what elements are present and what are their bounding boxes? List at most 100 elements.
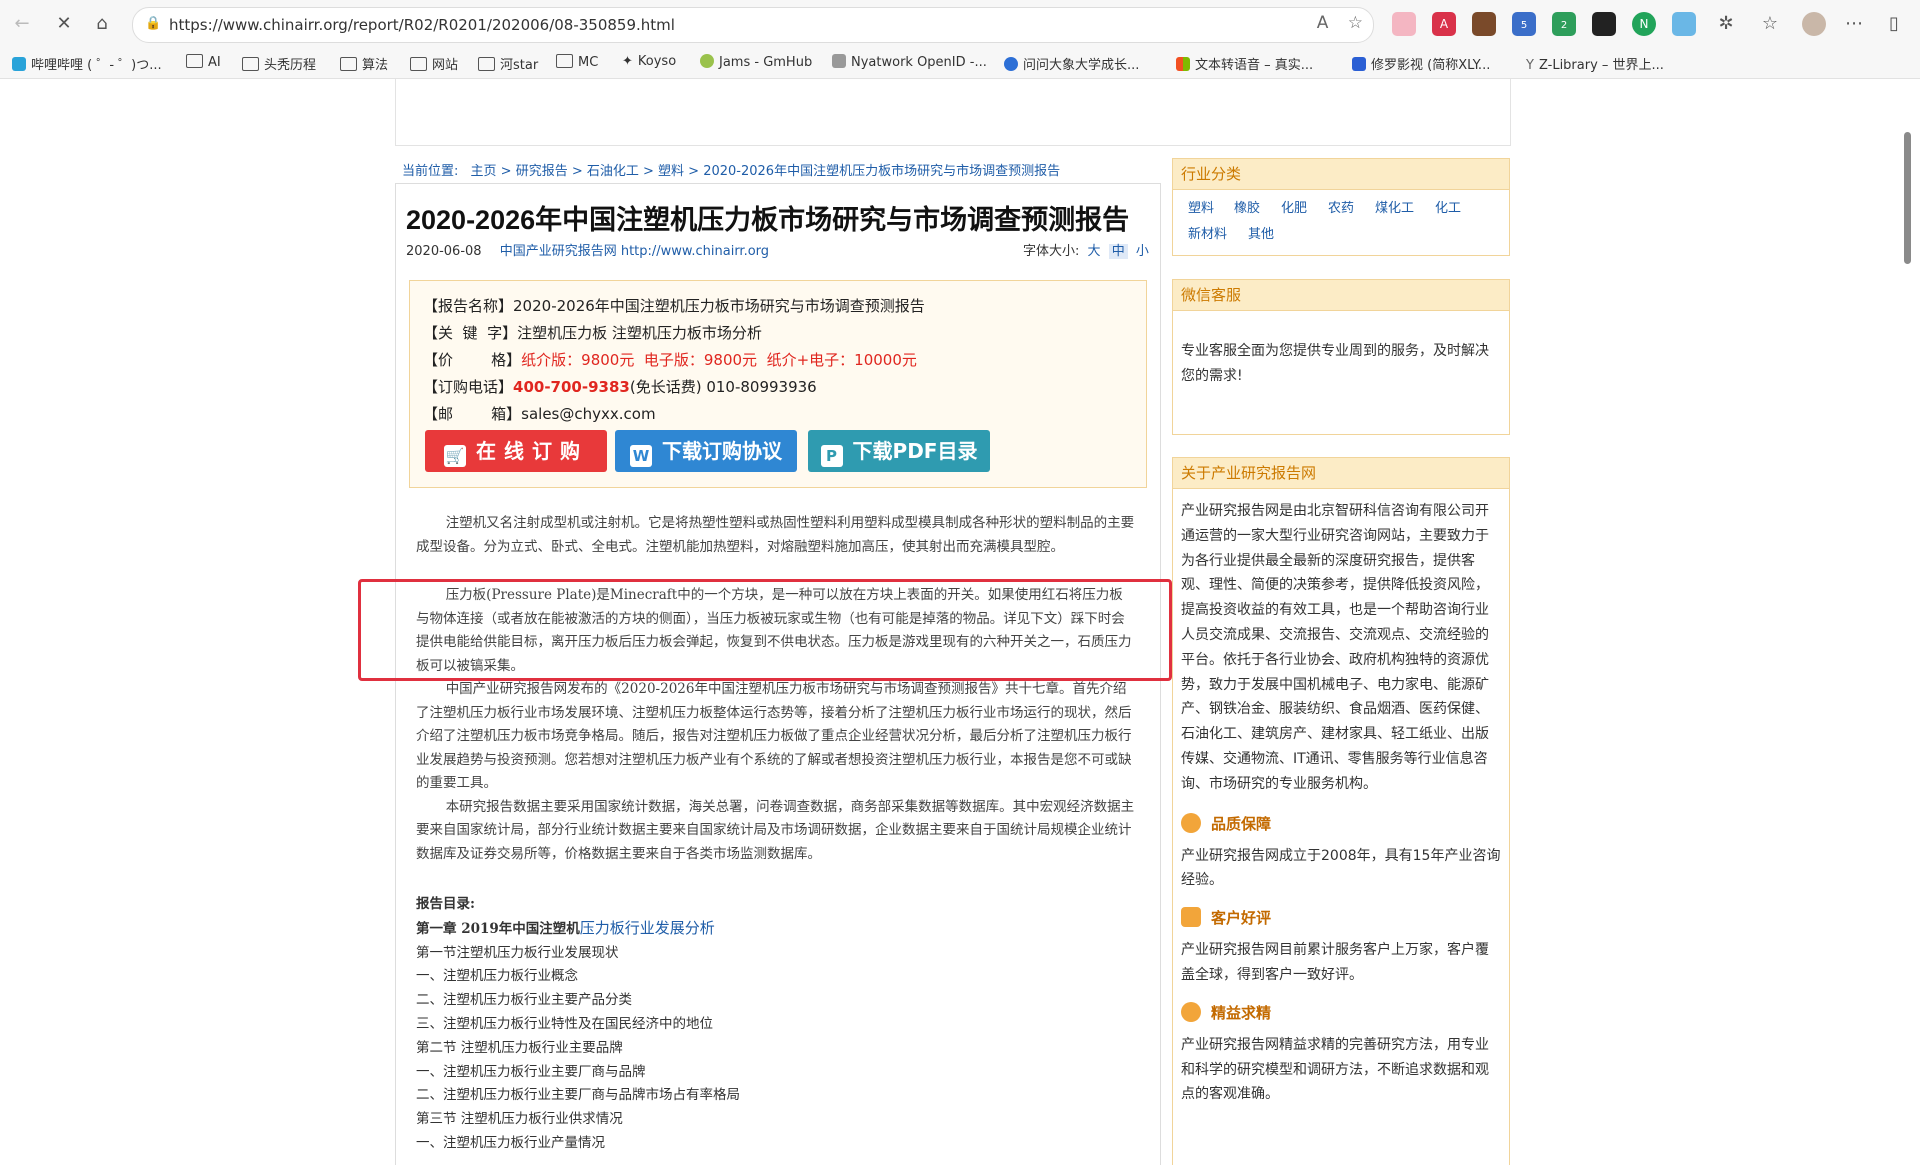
breadcrumb-home[interactable]: 主页 > (471, 164, 512, 179)
back-arrow-icon[interactable]: ← (10, 12, 34, 36)
panel-heading: 微信客服 (1173, 280, 1509, 311)
bookmark-folder-ai[interactable]: AI (186, 54, 221, 70)
font-size-medium[interactable]: 中 (1108, 244, 1128, 259)
extensions-puzzle-icon[interactable]: ✲ (1714, 12, 1738, 36)
bookmark-folder[interactable]: 头秃历程 (242, 54, 316, 73)
feature-title: 客户好评 (1211, 909, 1272, 928)
award-icon (1181, 1001, 1201, 1022)
bookmark-wenwen[interactable]: 问问大象大学成长... (1004, 54, 1139, 73)
bookmark-label: Koyso (637, 54, 677, 69)
order-online-button[interactable]: 🛒 在线订购 (425, 430, 607, 472)
address-bar[interactable]: 🔒 https://www.chinairr.org/report/R02/R0… (132, 7, 1374, 43)
extension-badge-count: 2 (1560, 20, 1568, 31)
breadcrumb-reports[interactable]: 研究报告 > (516, 164, 583, 179)
more-menu-icon[interactable]: ⋯ (1842, 12, 1866, 36)
bookmark-label: 网站 (432, 58, 459, 73)
font-size-large[interactable]: 大 (1088, 244, 1101, 259)
folder-icon (478, 57, 495, 71)
industry-link[interactable]: 新材料 (1188, 223, 1227, 242)
article-paragraph: 注塑机又名注射成型机或注射机。它是将热塑性塑料或热固性塑料利用塑料成型模具制成各… (416, 515, 1135, 555)
folder-icon (340, 57, 357, 71)
bookmark-folder[interactable]: 算法 (340, 54, 388, 73)
info-label: 【关 键 字】 (423, 324, 518, 342)
industry-link[interactable]: 煤化工 (1375, 197, 1414, 216)
folder-icon (242, 57, 259, 71)
industry-link[interactable]: 橡胶 (1234, 197, 1260, 216)
feature-reviews: 客户好评 (1181, 907, 1509, 928)
bookmark-xly[interactable]: 修罗影视 (简称XLY... (1352, 54, 1490, 73)
toc-item: 一、注塑机压力板行业主要厂商与品牌 (416, 1063, 646, 1080)
bookmark-label: 修罗影视 (简称XLY... (1371, 58, 1491, 73)
toc-chapter-link[interactable]: 压力板行业发展分析 (580, 919, 715, 937)
breadcrumb-plastics[interactable]: 塑料 > (658, 164, 699, 179)
cart-icon: 🛒 (444, 445, 466, 467)
breadcrumb-current[interactable]: 2020-2026年中国注塑机压力板市场研究与市场调查预测报告 (703, 164, 1060, 179)
bookmark-jams[interactable]: Jams - GmHub (700, 54, 812, 70)
bookmark-label: MC (578, 55, 599, 70)
industry-link[interactable]: 农药 (1328, 197, 1354, 216)
zlibrary-icon: Y (1526, 58, 1534, 73)
bookmark-folder[interactable]: 网站 (410, 54, 458, 73)
feature-text: 产业研究报告网成立于2008年，具有15年产业咨询经验。 (1181, 847, 1501, 889)
agreement-button-label: 下载订购协议 (662, 439, 782, 463)
bookmark-label: 问问大象大学成长... (1023, 58, 1140, 73)
extension-avatar-icon[interactable] (1472, 12, 1496, 36)
browser-toolbar: ← ✕ ⌂ 🔒 https://www.chinairr.org/report/… (0, 0, 1920, 48)
industry-link[interactable]: 化肥 (1281, 197, 1307, 216)
home-icon[interactable]: ⌂ (90, 12, 114, 36)
bookmark-folder[interactable]: 河star (478, 54, 538, 73)
toc-item: 二、注塑机压力板行业主要厂商与品牌市场占有率格局 (416, 1087, 740, 1104)
industry-link[interactable]: 化工 (1435, 197, 1461, 216)
read-aloud-icon[interactable]: A (1317, 13, 1329, 33)
report-info-box: 【报告名称】2020-2026年中国注塑机压力板市场研究与市场调查预测报告 【关… (409, 280, 1147, 488)
lock-icon[interactable]: 🔒 (145, 16, 161, 31)
source-link[interactable]: 中国产业研究报告网 http://www.chinairr.org (500, 244, 769, 259)
breadcrumb-petrochemical[interactable]: 石油化工 > (587, 164, 654, 179)
bookmark-koyso[interactable]: ✦ Koyso (622, 54, 676, 69)
page-title: 2020-2026年中国注塑机压力板市场研究与市场调查预测报告 (406, 205, 1130, 235)
bookmarks-bar: 哔哩哔哩 ( ゜- ゜)つ... AI 头秃历程 算法 网站 河star MC … (0, 48, 1920, 79)
bookmark-nyatwork[interactable]: Nyatwork OpenID -... (832, 54, 987, 70)
favorites-icon[interactable]: ☆ (1758, 12, 1782, 36)
extension-icon[interactable] (1592, 12, 1616, 36)
bookmark-label: Z-Library – 世界上... (1538, 58, 1664, 73)
extension-a-icon[interactable]: A (1432, 12, 1456, 36)
bookmark-label: 头秃历程 (264, 58, 317, 73)
profile-avatar-icon[interactable] (1802, 12, 1826, 36)
bookmark-zlibrary[interactable]: Y Z-Library – 世界上... (1526, 54, 1664, 73)
favorite-star-icon[interactable]: ☆ (1348, 13, 1363, 33)
toc-item: 一、注塑机压力板行业产量情况 (416, 1134, 605, 1151)
microsoft-icon (1176, 57, 1190, 71)
bookmark-bilibili[interactable]: 哔哩哔哩 ( ゜- ゜)つ... (12, 54, 162, 73)
stop-icon[interactable]: ✕ (52, 12, 76, 36)
download-pdf-button[interactable]: P 下载PDF目录 (808, 430, 990, 472)
bookmark-folder[interactable]: MC (556, 54, 598, 70)
translate-icon[interactable] (1672, 12, 1696, 36)
email-value: sales@chyxx.com (521, 405, 656, 423)
toc-item: 第二节 注塑机压力板行业主要品牌 (416, 1039, 623, 1056)
download-agreement-button[interactable]: W 下载订购协议 (615, 430, 797, 472)
extension-n-icon[interactable]: N (1632, 12, 1656, 36)
url-text[interactable]: https://www.chinairr.org/report/R02/R020… (169, 16, 675, 34)
info-row-name: 【报告名称】2020-2026年中国注塑机压力板市场研究与市场调查预测报告 (423, 295, 925, 316)
extension-badge-2-icon[interactable]: 2 (1552, 12, 1576, 36)
report-meta: 2020-06-08 中国产业研究报告网 http://www.chinairr… (406, 240, 769, 259)
extension-badge-5-icon[interactable]: 5 (1512, 12, 1536, 36)
industry-link[interactable]: 其他 (1248, 223, 1274, 242)
toc-item: 三、注塑机压力板行业特性及在国民经济中的地位 (416, 1015, 713, 1032)
feature-title: 精益求精 (1211, 1003, 1272, 1022)
font-size-small[interactable]: 小 (1136, 244, 1149, 259)
pdf-doc-icon: P (820, 445, 843, 467)
ad-banner (395, 79, 1511, 146)
sidebar-toggle-icon[interactable]: ▯ (1882, 12, 1906, 36)
extension-badge-count: 5 (1520, 20, 1528, 31)
info-label: 【价 格】 (423, 351, 522, 369)
word-doc-icon: W (630, 445, 652, 467)
breadcrumb: 当前位置: 主页 > 研究报告 > 石油化工 > 塑料 > 2020-2026年… (402, 160, 1060, 179)
bilibili-icon (12, 57, 26, 71)
bookmark-label: Jams - GmHub (719, 55, 813, 70)
bookmark-tts[interactable]: 文本转语音 – 真实... (1176, 54, 1313, 73)
extension-icon[interactable] (1392, 12, 1416, 36)
industry-link[interactable]: 塑料 (1188, 197, 1214, 216)
scrollbar-thumb[interactable] (1904, 132, 1911, 264)
